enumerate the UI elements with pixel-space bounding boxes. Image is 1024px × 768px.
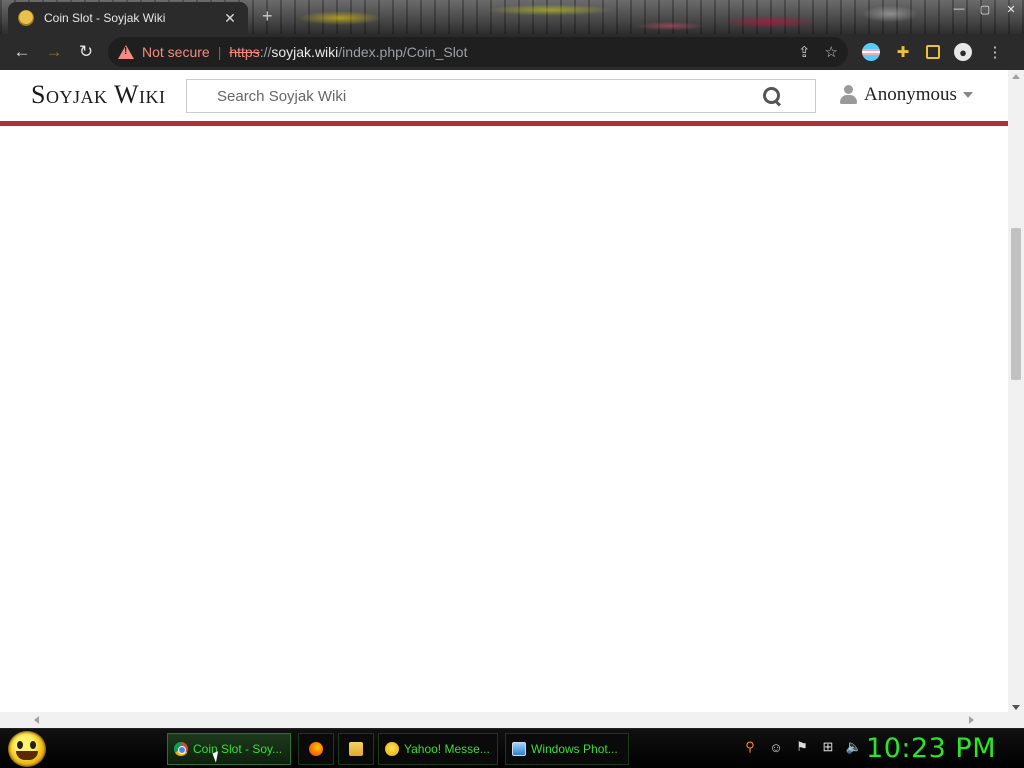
search-icon[interactable] — [763, 87, 781, 105]
browser-tab-strip: Coin Slot - Soyjak Wiki ✕ + — ▢ ✕ — [0, 0, 1024, 34]
url-path: /index.php/Coin_Slot — [338, 44, 468, 60]
taskbar-item-label: Yahoo! Messe... — [404, 742, 490, 756]
trans-flag-extension-icon[interactable] — [862, 43, 880, 61]
url-host: soyjak.wiki — [271, 44, 339, 60]
window-controls: — ▢ ✕ — [946, 0, 1024, 18]
browser-menu-icon[interactable]: ⋮ — [986, 43, 1004, 61]
scroll-up-icon[interactable] — [1012, 74, 1020, 79]
warning-icon[interactable] — [118, 45, 134, 59]
chrome-icon — [174, 742, 188, 756]
omnibox-actions: ⇪ ☆ — [798, 43, 838, 61]
taskbar-item-windows-photo[interactable]: Windows Phot... — [505, 733, 629, 765]
share-icon[interactable]: ⇪ — [798, 43, 811, 61]
folder-icon — [349, 742, 363, 756]
close-tab-icon[interactable]: ✕ — [222, 10, 238, 27]
taskbar-item-firefox[interactable] — [298, 733, 334, 765]
user-icon — [840, 85, 857, 105]
new-tab-button[interactable]: + — [262, 6, 273, 27]
wiki-logo[interactable]: Soyjak Wiki — [31, 80, 166, 110]
taskbar-item-yahoo-messenger[interactable]: Yahoo! Messe... — [378, 733, 498, 765]
page-viewport: Soyjak Wiki Anonymous — [0, 70, 1024, 728]
reload-button[interactable]: ↻ — [70, 36, 102, 68]
url-scheme: https — [229, 44, 260, 60]
taskbar-item-folder[interactable] — [338, 733, 374, 765]
maximize-icon[interactable]: ▢ — [972, 0, 998, 18]
minimize-icon[interactable]: — — [946, 0, 972, 18]
vertical-scroll-thumb[interactable] — [1011, 228, 1021, 380]
close-window-icon[interactable]: ✕ — [998, 0, 1024, 18]
taskbar-item-chrome[interactable]: Coin Slot - Soy... — [167, 733, 291, 765]
side-panel-icon[interactable] — [926, 45, 940, 59]
taskbar-clock[interactable]: 10:23 PM — [866, 733, 996, 764]
chevron-down-icon — [962, 92, 973, 98]
forward-button[interactable]: → — [38, 36, 70, 68]
browser-tab-coin-slot[interactable]: Coin Slot - Soyjak Wiki ✕ — [8, 2, 248, 34]
profile-avatar-icon[interactable]: ● — [954, 43, 972, 61]
firefox-icon — [309, 742, 323, 756]
scroll-right-icon[interactable] — [969, 716, 974, 724]
volume-icon[interactable]: 🔈 — [846, 739, 862, 755]
horizontal-scrollbar[interactable] — [0, 712, 1008, 728]
vertical-scrollbar[interactable] — [1008, 70, 1024, 728]
soyjak-favicon-icon — [18, 10, 34, 26]
not-secure-label[interactable]: Not secure — [142, 44, 210, 60]
back-button[interactable]: ← — [6, 36, 38, 68]
yahoo-messenger-icon — [385, 742, 399, 756]
desktop-wallpaper-decoration — [250, 0, 930, 34]
address-bar[interactable]: Not secure | https://soyjak.wiki/index.p… — [108, 37, 848, 67]
scroll-down-icon[interactable] — [1012, 705, 1020, 710]
screen: Coin Slot - Soyjak Wiki ✕ + — ▢ ✕ ← → ↻ … — [0, 0, 1024, 768]
tab-title: Coin Slot - Soyjak Wiki — [44, 11, 166, 25]
action-center-flag-icon[interactable]: ⚑ — [794, 739, 810, 755]
toolbar-icons: ✚ ● ⋮ — [862, 43, 1004, 61]
messenger-tray-icon[interactable]: ☺ — [768, 739, 784, 755]
start-button-smiley-icon[interactable] — [8, 731, 46, 767]
url-scheme-separator: :// — [259, 44, 272, 60]
wiki-header: Soyjak Wiki Anonymous — [0, 70, 1008, 126]
user-name: Anonymous — [864, 84, 957, 105]
browser-toolbar: ← → ↻ Not secure | https://soyjak.wiki/i… — [0, 34, 1024, 70]
system-tray: ⚲ ☺ ⚑ ⊞ 🔈 — [742, 739, 862, 755]
key-icon[interactable]: ⚲ — [742, 739, 758, 755]
bookmark-star-icon[interactable]: ☆ — [825, 43, 838, 61]
user-menu[interactable]: Anonymous — [840, 84, 973, 106]
taskbar-item-label: Coin Slot - Soy... — [193, 742, 283, 756]
scroll-left-icon[interactable] — [34, 716, 39, 724]
taskbar-item-label: Windows Phot... — [531, 742, 618, 756]
taskbar: Coin Slot - Soy... Yahoo! Messe... Windo… — [0, 728, 1024, 768]
wiki-search-input[interactable] — [217, 81, 777, 111]
wiki-search-box[interactable] — [186, 79, 816, 113]
windows-photo-icon — [512, 742, 526, 756]
address-separator: | — [217, 44, 222, 60]
extensions-puzzle-icon[interactable]: ✚ — [894, 43, 912, 61]
network-icon[interactable]: ⊞ — [820, 739, 836, 755]
